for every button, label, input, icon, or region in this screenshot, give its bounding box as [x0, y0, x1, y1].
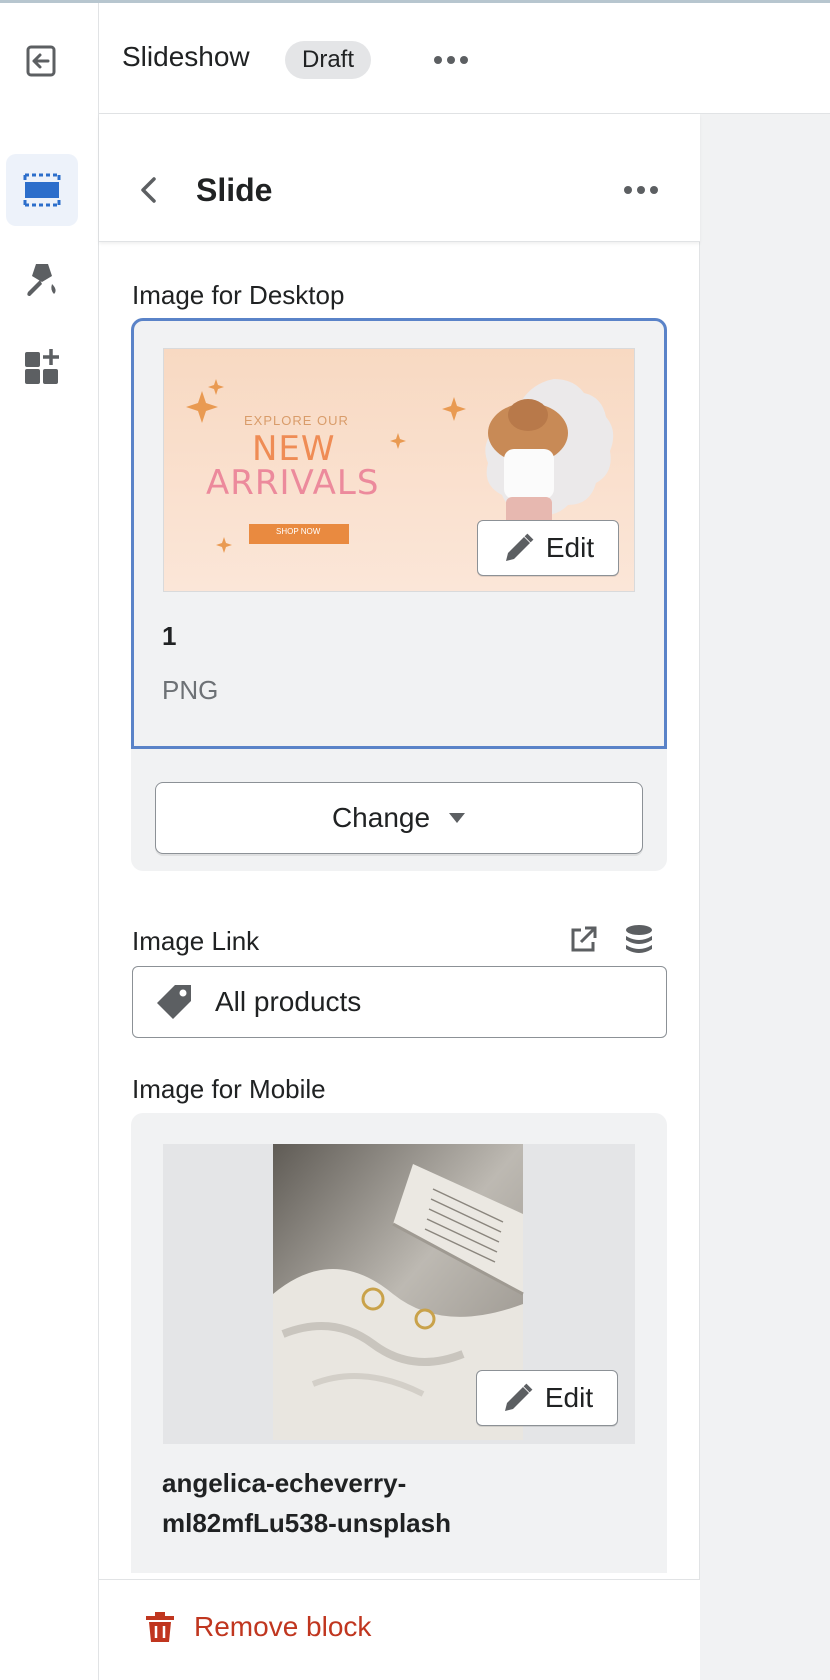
image-link-label: Image Link	[132, 926, 260, 956]
remove-block-button[interactable]: Remove block	[144, 1610, 371, 1644]
more-actions-button[interactable]	[429, 41, 473, 79]
back-button[interactable]	[129, 170, 169, 210]
preview-area	[700, 114, 830, 1680]
status-badge: Draft	[285, 41, 372, 79]
panel-footer: Remove block	[99, 1579, 700, 1680]
paintbrush-icon	[27, 264, 56, 296]
change-image-button[interactable]: Change	[155, 782, 643, 854]
remove-block-label: Remove block	[194, 1611, 372, 1642]
database-icon	[626, 925, 652, 953]
sections-icon	[23, 173, 61, 207]
app-embeds-button[interactable]	[6, 330, 78, 402]
exit-icon	[26, 45, 56, 77]
ellipsis-icon	[624, 186, 658, 194]
pencil-icon	[504, 1383, 533, 1411]
top-bar: Slideshow Draft	[99, 3, 830, 114]
desktop-image-selection-outline	[131, 318, 667, 749]
mobile-edit-button[interactable]: Edit	[476, 1370, 618, 1426]
open-link-button[interactable]	[563, 920, 603, 960]
mobile-image-thumbnail[interactable]: Edit	[163, 1144, 635, 1444]
panel-title: Slide	[196, 172, 273, 208]
mobile-file-name-line1: angelica-echeverry-	[162, 1468, 407, 1498]
desktop-image-label: Image for Desktop	[132, 280, 345, 310]
settings-panel: Slide Image for Desktop EXPLORE OUR NEW …	[99, 114, 700, 1680]
apps-add-icon	[25, 349, 59, 384]
external-link-icon	[571, 926, 597, 952]
mobile-image-card: Edit angelica-echeverry- ml82mfLu538-uns…	[131, 1113, 667, 1573]
image-link-field[interactable]: All products	[132, 966, 667, 1038]
sections-button[interactable]	[6, 154, 78, 226]
mobile-image-label: Image for Mobile	[132, 1074, 326, 1104]
caret-down-icon	[449, 813, 466, 823]
panel-header: Slide	[99, 114, 700, 242]
mobile-file-name-line2: ml82mfLu538-unsplash	[162, 1508, 451, 1538]
trash-icon	[146, 1612, 174, 1642]
panel-more-button[interactable]	[619, 170, 663, 210]
dynamic-source-button[interactable]	[619, 920, 659, 960]
image-link-value: All products	[215, 986, 362, 1017]
ellipsis-icon	[434, 56, 468, 64]
change-label: Change	[331, 802, 431, 833]
theme-settings-button[interactable]	[6, 244, 78, 316]
left-rail	[0, 3, 99, 1680]
chevron-left-icon	[141, 177, 156, 203]
exit-button[interactable]	[20, 39, 64, 83]
page-title: Slideshow	[122, 41, 250, 72]
tag-icon	[157, 985, 191, 1019]
edit-label: Edit	[544, 1382, 594, 1413]
